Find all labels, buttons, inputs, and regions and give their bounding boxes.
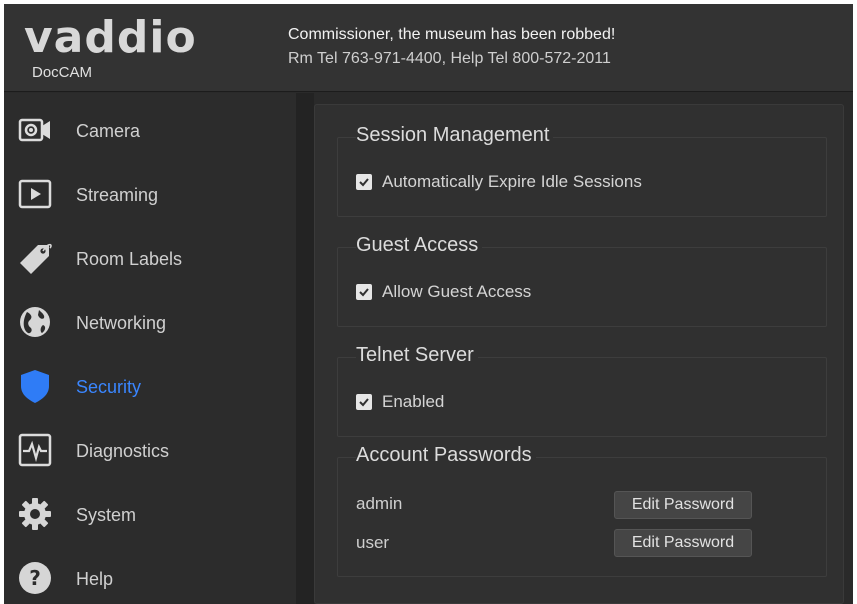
sidebar-item-networking[interactable]: Networking <box>4 291 296 351</box>
camera-icon <box>16 111 54 149</box>
allow-guest-access-checkbox[interactable]: Allow Guest Access <box>356 282 531 302</box>
sidebar: Camera Streaming Room Labels Networking <box>4 93 296 604</box>
sidebar-item-label: Security <box>76 377 142 397</box>
section-title: Session Management <box>356 124 554 147</box>
tag-icon <box>16 239 54 277</box>
session-management-group: Session Management Automatically Expire … <box>337 124 827 217</box>
shield-icon <box>16 367 54 405</box>
telnet-enabled-checkbox[interactable]: Enabled <box>356 392 444 412</box>
telnet-server-group: Telnet Server Enabled <box>337 344 827 437</box>
sidebar-item-label: Room Labels <box>76 249 183 269</box>
checkbox-checked-icon <box>356 394 372 410</box>
security-panel: Session Management Automatically Expire … <box>314 104 844 604</box>
help-icon: ? <box>16 559 54 597</box>
header: vaddio DocCAM Commissioner, the museum h… <box>4 4 853 92</box>
contact-info: Rm Tel 763-971-4400, Help Tel 800-572-20… <box>288 50 611 67</box>
globe-icon <box>16 303 54 341</box>
sidebar-divider <box>296 93 314 604</box>
play-icon <box>16 175 54 213</box>
sidebar-item-system[interactable]: System <box>4 483 296 543</box>
sidebar-item-label: Help <box>76 569 114 589</box>
vaddio-logo: vaddio <box>24 12 197 63</box>
account-name-user: user <box>356 533 390 552</box>
guest-access-group: Guest Access Allow Guest Access <box>337 234 827 327</box>
section-title: Account Passwords <box>356 444 536 467</box>
sidebar-item-label: Networking <box>76 313 167 333</box>
sidebar-item-help[interactable]: ? Help <box>4 547 296 604</box>
sidebar-item-room-labels[interactable]: Room Labels <box>4 227 296 287</box>
checkbox-checked-icon <box>356 174 372 190</box>
sidebar-item-streaming[interactable]: Streaming <box>4 163 296 223</box>
product-name: DocCAM <box>32 64 93 81</box>
app-window: vaddio DocCAM Commissioner, the museum h… <box>4 4 853 604</box>
sidebar-item-label: Diagnostics <box>76 441 170 461</box>
sidebar-item-label: System <box>76 505 137 525</box>
section-title: Guest Access <box>356 234 483 257</box>
gear-icon <box>16 495 54 533</box>
account-name-admin: admin <box>356 494 403 513</box>
checkbox-checked-icon <box>356 284 372 300</box>
sidebar-item-diagnostics[interactable]: Diagnostics <box>4 419 296 479</box>
pulse-icon <box>16 431 54 469</box>
sidebar-item-camera[interactable]: Camera <box>4 99 296 159</box>
account-passwords-group: Account Passwords admin Edit Password us… <box>337 444 827 577</box>
edit-password-admin-button[interactable]: Edit Password <box>614 491 752 519</box>
expire-idle-sessions-checkbox[interactable]: Automatically Expire Idle Sessions <box>356 172 642 192</box>
checkbox-label: Automatically Expire Idle Sessions <box>382 172 642 191</box>
section-title: Telnet Server <box>356 344 478 367</box>
sidebar-item-label: Camera <box>76 121 141 141</box>
checkbox-label: Allow Guest Access <box>382 282 532 301</box>
edit-password-user-button[interactable]: Edit Password <box>614 529 752 557</box>
room-label: Commissioner, the museum has been robbed… <box>288 26 616 43</box>
checkbox-label: Enabled <box>382 392 445 411</box>
svg-text:?: ? <box>29 566 41 590</box>
sidebar-item-label: Streaming <box>76 185 159 205</box>
sidebar-item-security[interactable]: Security <box>4 355 296 415</box>
